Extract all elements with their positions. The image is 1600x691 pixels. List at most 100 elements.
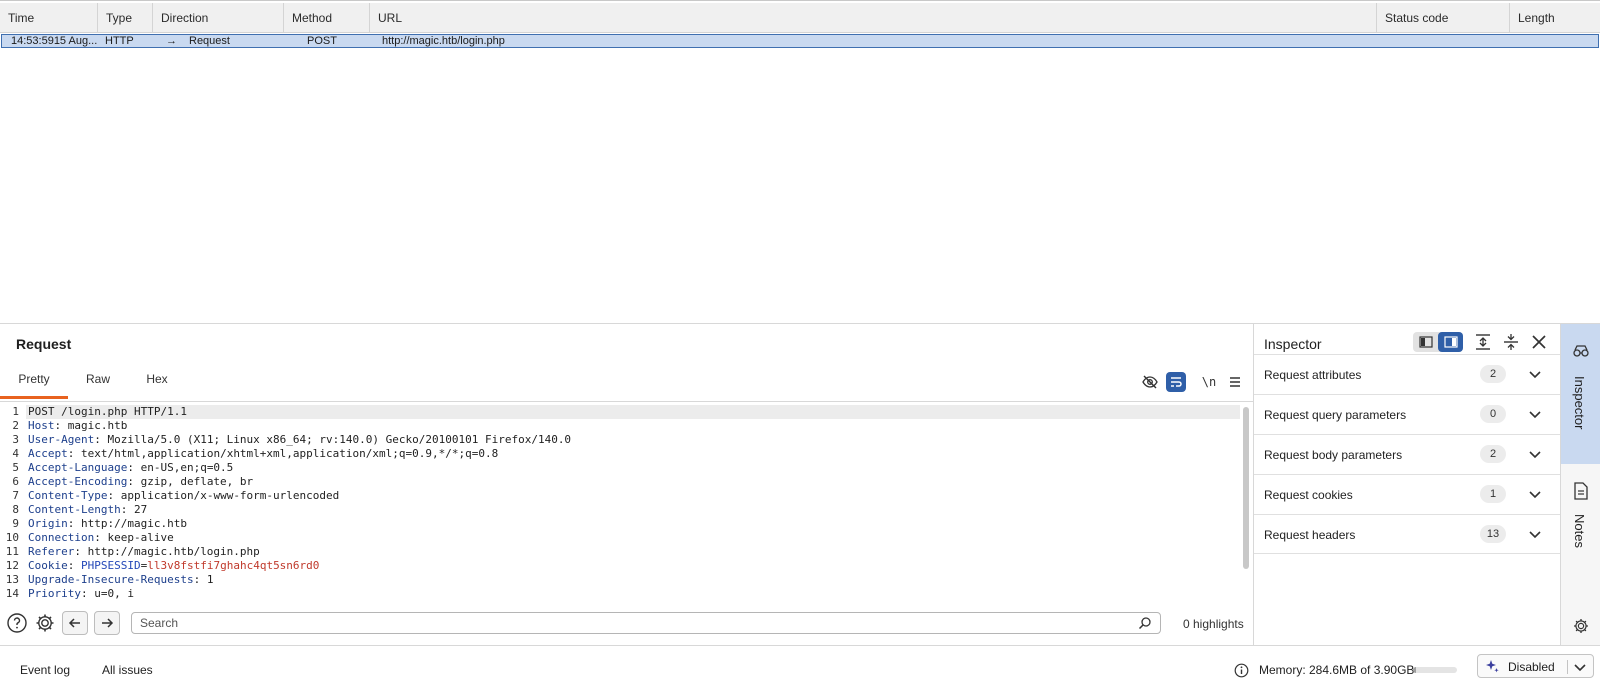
- line-number: 12: [5, 559, 19, 572]
- arrow-right-icon: [102, 618, 114, 628]
- line-number: 9: [12, 517, 19, 530]
- code-line: Referer: http://magic.htb/login.php: [28, 545, 260, 559]
- code-line: Origin: http://magic.htb: [28, 517, 187, 531]
- code-text: : 27: [120, 503, 148, 516]
- arrow-left-icon: [68, 618, 80, 628]
- editor-scrollbar[interactable]: [1243, 407, 1249, 569]
- sidebar-tab-inspector[interactable]: Inspector: [1561, 324, 1600, 464]
- settings-icon[interactable]: [1572, 617, 1590, 635]
- code-line: Cookie: PHPSESSID=ll3v8fstfi7ghahc4qt5sn…: [28, 559, 319, 573]
- arrow-right-icon: →: [166, 35, 176, 47]
- cell-method: POST: [307, 35, 337, 47]
- header-name: Content-Type: [28, 489, 108, 502]
- cell-status-code: [1378, 35, 1511, 47]
- code-text: POST /login.php HTTP/1.1: [28, 405, 187, 418]
- layout-horizontal-icon[interactable]: [1438, 332, 1463, 352]
- inspector-section-request-attributes[interactable]: Request attributes 2: [1254, 354, 1560, 394]
- newline-toggle[interactable]: \n: [1198, 371, 1220, 393]
- section-count: 2: [1480, 365, 1506, 383]
- code-text: : Mozilla/5.0 (X11; Linux x86_64; rv:140…: [94, 433, 572, 446]
- section-label: Request body parameters: [1264, 448, 1403, 462]
- next-button[interactable]: [94, 611, 120, 635]
- code-line: Priority: u=0, i: [28, 587, 134, 601]
- col-time[interactable]: Time: [0, 3, 98, 33]
- expand-all-icon[interactable]: [1474, 333, 1492, 351]
- inspector-panel: Inspector Request attributes 2 Request q…: [1253, 323, 1560, 645]
- col-method[interactable]: Method: [284, 3, 370, 33]
- previous-button[interactable]: [62, 611, 88, 635]
- header-name: Referer: [28, 545, 75, 558]
- tab-raw[interactable]: Raw: [68, 369, 128, 399]
- line-number: 6: [12, 475, 19, 488]
- highlights-count: 0 highlights: [1183, 617, 1244, 631]
- chevron-down-icon[interactable]: [1528, 487, 1542, 501]
- col-type[interactable]: Type: [98, 3, 153, 33]
- section-label: Request cookies: [1264, 488, 1353, 502]
- line-number: 11: [5, 545, 19, 558]
- close-icon[interactable]: [1530, 333, 1548, 351]
- header-name: User-Agent: [28, 433, 95, 446]
- wrap-lines-icon[interactable]: [1166, 372, 1186, 392]
- all-issues-link[interactable]: All issues: [102, 663, 153, 677]
- request-panel: Request Pretty Raw Hex \n 1 POST /login.p…: [0, 323, 1253, 645]
- inspector-section-headers[interactable]: Request headers 13: [1254, 514, 1560, 554]
- search-input[interactable]: [140, 615, 1120, 631]
- cell-time: 14:53:5915 Aug...: [11, 35, 98, 47]
- line-number: 7: [12, 489, 19, 502]
- search-bar: 0 highlights: [0, 605, 1253, 641]
- section-count: 0: [1480, 405, 1506, 423]
- search-box[interactable]: [131, 612, 1161, 634]
- menu-icon[interactable]: [1224, 371, 1246, 393]
- line-number: 3: [12, 433, 19, 446]
- tab-hex[interactable]: Hex: [128, 369, 186, 399]
- header-name: Host: [28, 419, 55, 432]
- header-name: Connection: [28, 531, 95, 544]
- inspector-section-body-parameters[interactable]: Request body parameters 2: [1254, 434, 1560, 474]
- inspector-section-query-parameters[interactable]: Request query parameters 0: [1254, 394, 1560, 434]
- col-status-code[interactable]: Status code: [1377, 3, 1510, 33]
- event-log-link[interactable]: Event log: [20, 663, 70, 677]
- layout-toggle[interactable]: [1413, 332, 1463, 352]
- table-row[interactable]: 14:53:5915 Aug... HTTP → Request POST ht…: [1, 34, 1599, 48]
- memory-bar-fill: [1413, 667, 1417, 673]
- header-name: Cookie: [28, 559, 68, 572]
- header-name: Accept-Encoding: [28, 475, 128, 488]
- sparkle-icon: [1485, 659, 1500, 674]
- code-text: : magic.htb: [54, 419, 128, 432]
- help-icon[interactable]: [6, 612, 28, 634]
- code-line: Accept-Language: en-US,en;q=0.5: [28, 461, 233, 475]
- search-icon: [1138, 616, 1152, 630]
- settings-icon[interactable]: [34, 612, 56, 634]
- chevron-down-icon[interactable]: [1528, 447, 1542, 461]
- code-text: : http://magic.htb/login.php: [74, 545, 260, 558]
- history-header: Time Type Direction Method URL Status co…: [0, 3, 1600, 33]
- chevron-down-icon[interactable]: [1528, 527, 1542, 541]
- col-length[interactable]: Length: [1510, 3, 1600, 33]
- sidebar-label-notes[interactable]: Notes: [1572, 514, 1587, 548]
- history-table: Time Type Direction Method URL Status co…: [0, 0, 1600, 323]
- line-number: 5: [12, 461, 19, 474]
- ai-dropdown[interactable]: Disabled: [1477, 654, 1594, 678]
- col-url[interactable]: URL: [370, 3, 1377, 33]
- code-text: : gzip, deflate, br: [127, 475, 254, 488]
- inspector-glasses-icon: [1572, 344, 1590, 358]
- inspector-title: Inspector: [1264, 336, 1322, 352]
- cookie-name: PHPSESSID: [81, 559, 141, 572]
- chevron-down-icon[interactable]: [1573, 660, 1587, 674]
- cell-url: http://magic.htb/login.php: [382, 35, 505, 47]
- memory-usage: Memory: 284.6MB of 3.90GB: [1259, 663, 1415, 677]
- header-name: Accept-Language: [28, 461, 128, 474]
- tab-pretty[interactable]: Pretty: [0, 369, 68, 399]
- layout-vertical-icon[interactable]: [1413, 332, 1438, 352]
- cell-type: HTTP: [105, 35, 134, 47]
- eye-off-icon[interactable]: [1139, 371, 1161, 393]
- inspector-section-cookies[interactable]: Request cookies 1: [1254, 474, 1560, 514]
- chevron-down-icon[interactable]: [1528, 407, 1542, 421]
- line-number: 4: [12, 447, 19, 460]
- code-line: Accept-Encoding: gzip, deflate, br: [28, 475, 253, 489]
- notes-icon[interactable]: [1573, 482, 1589, 500]
- chevron-down-icon[interactable]: [1528, 367, 1542, 381]
- request-editor[interactable]: 1 POST /login.php HTTP/1.1 2 Host: magic.ht…: [0, 403, 1253, 603]
- collapse-all-icon[interactable]: [1502, 333, 1520, 351]
- col-direction[interactable]: Direction: [153, 3, 284, 33]
